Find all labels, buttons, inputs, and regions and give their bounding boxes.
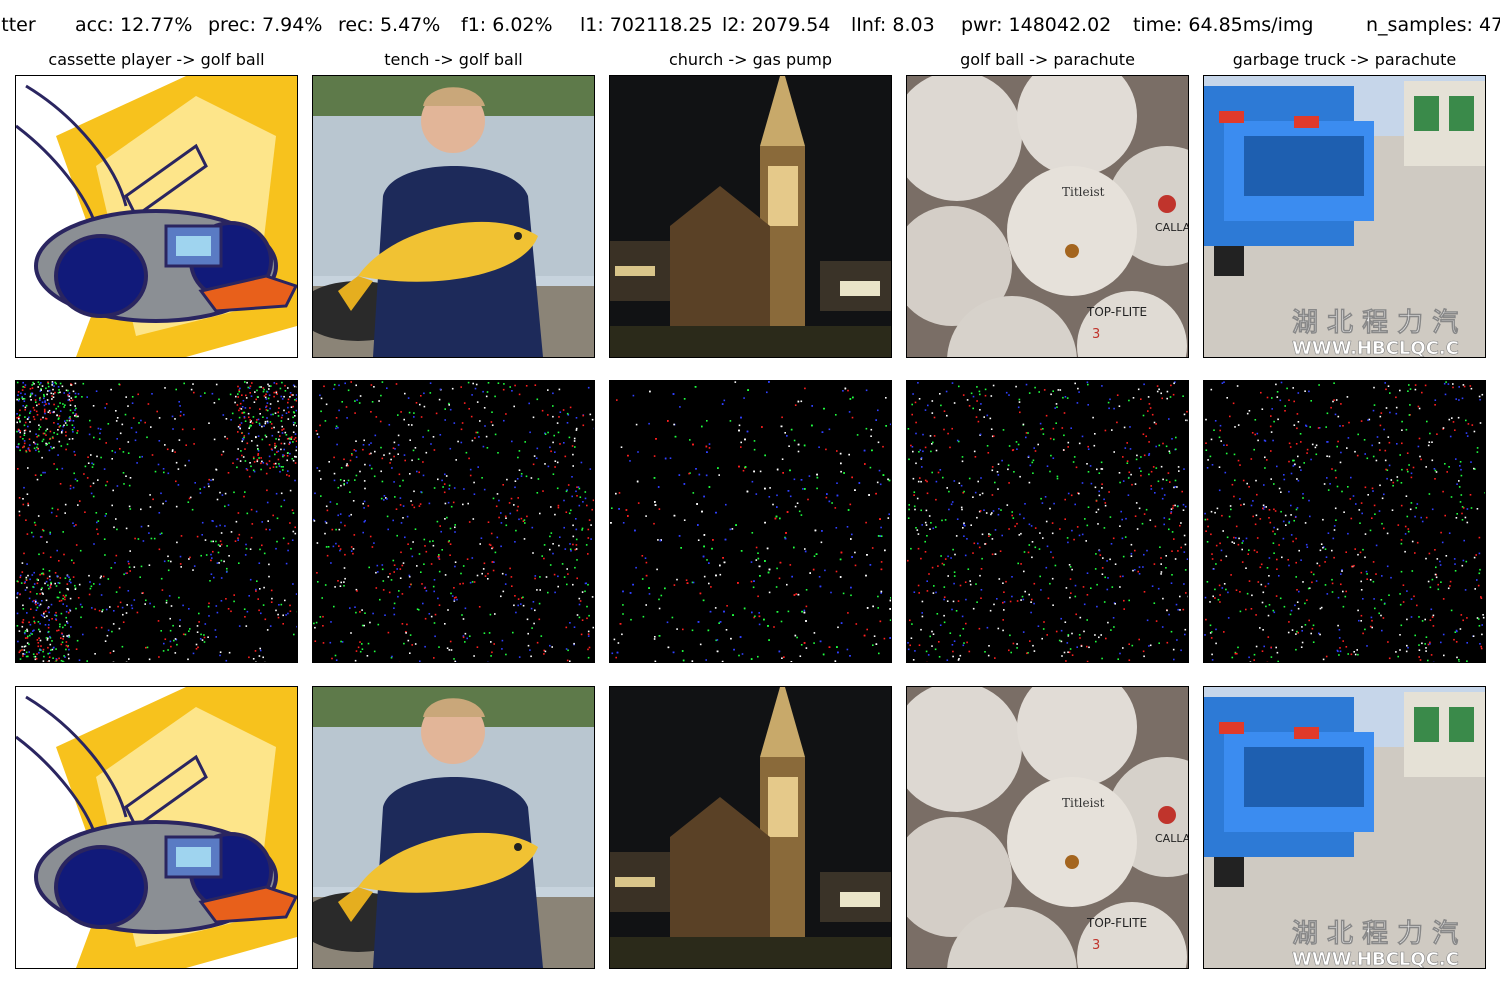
noise-pattern <box>313 381 594 662</box>
adversarial-image-golf-balls: Titleist CALLAWAY TOP-FLITE 3 <box>906 686 1189 969</box>
watermark-chinese-text: 湖 北 程 力 汽 <box>1292 919 1458 949</box>
perturbation-map-tench <box>312 380 595 663</box>
adversarial-image-tench <box>312 686 595 969</box>
adversarial-image-cassette-player <box>15 686 298 969</box>
noise-pattern <box>907 381 1188 662</box>
garbage-truck-photo: 湖 北 程 力 汽 WWW.HBCLQC.C <box>1204 76 1485 357</box>
watermark-url-text: WWW.HBCLQC.C <box>1292 338 1459 357</box>
ball-brand-text: TOP-FLITE <box>1086 305 1147 319</box>
accuracy-metric: acc: 12.77% <box>75 14 193 36</box>
perturbation-map-cassette-player <box>15 380 298 663</box>
f1-metric: f1: 6.02% <box>461 14 553 36</box>
original-image-garbage-truck: 湖 北 程 力 汽 WWW.HBCLQC.C <box>1203 75 1486 358</box>
noise-pattern <box>610 381 891 662</box>
recall-metric: rec: 5.47% <box>338 14 441 36</box>
original-image-church <box>609 75 892 358</box>
l2-metric: l2: 2079.54 <box>722 14 831 36</box>
perturbation-map-church <box>609 380 892 663</box>
n-samples-metric: n_samples: 47 <box>1366 14 1500 36</box>
boy-holding-fish-photo <box>313 76 594 357</box>
column-title: golf ball -> parachute <box>960 50 1135 69</box>
linf-metric: lInf: 8.03 <box>851 14 935 36</box>
ball-brand-text: CALLAWAY <box>1155 221 1188 234</box>
precision-metric: prec: 7.94% <box>208 14 323 36</box>
power-metric: pwr: 148042.02 <box>961 14 1112 36</box>
adversarial-image-church <box>609 686 892 969</box>
golf-balls-photo: Titleist CALLAWAY TOP-FLITE 3 <box>907 687 1188 968</box>
ball-number-text: 3 <box>1092 327 1100 342</box>
attack-name: itter <box>0 14 36 36</box>
church-night-photo <box>610 687 891 968</box>
adversarial-image-garbage-truck: 湖 北 程 力 汽 WWW.HBCLQC.C <box>1203 686 1486 969</box>
noise-pattern <box>16 381 297 662</box>
golf-balls-photo: Titleist CALLAWAY TOP-FLITE 3 <box>907 76 1188 357</box>
column-title: tench -> golf ball <box>384 50 523 69</box>
garbage-truck-photo: 湖 北 程 力 汽 WWW.HBCLQC.C <box>1204 687 1485 968</box>
time-metric: time: 64.85ms/img <box>1133 14 1314 36</box>
original-image-golf-balls: Titleist CALLAWAY TOP-FLITE 3 <box>906 75 1189 358</box>
ball-number-text: 3 <box>1092 938 1100 953</box>
watermark-url-text: WWW.HBCLQC.C <box>1292 949 1459 968</box>
boy-holding-fish-photo <box>313 687 594 968</box>
column-title: church -> gas pump <box>668 50 832 69</box>
ball-brand-text: CALLAWAY <box>1155 832 1188 845</box>
metrics-header: itter acc: 12.77% prec: 7.94% rec: 5.47%… <box>0 14 1500 44</box>
cassette-player-illustration <box>16 687 297 968</box>
column-title: cassette player -> golf ball <box>48 50 265 69</box>
church-night-photo <box>610 76 891 357</box>
original-image-cassette-player <box>15 75 298 358</box>
ball-brand-text: TOP-FLITE <box>1086 916 1147 930</box>
perturbation-map-golf-balls <box>906 380 1189 663</box>
perturbation-map-garbage-truck <box>1203 380 1486 663</box>
noise-pattern <box>1204 381 1485 662</box>
cassette-player-illustration <box>16 76 297 357</box>
ball-brand-text: Titleist <box>1062 185 1105 199</box>
original-image-tench <box>312 75 595 358</box>
watermark-chinese-text: 湖 北 程 力 汽 <box>1292 308 1458 338</box>
column-title: garbage truck -> parachute <box>1232 50 1457 69</box>
l1-metric: l1: 702118.25 <box>580 14 713 36</box>
ball-brand-text: Titleist <box>1062 796 1105 810</box>
